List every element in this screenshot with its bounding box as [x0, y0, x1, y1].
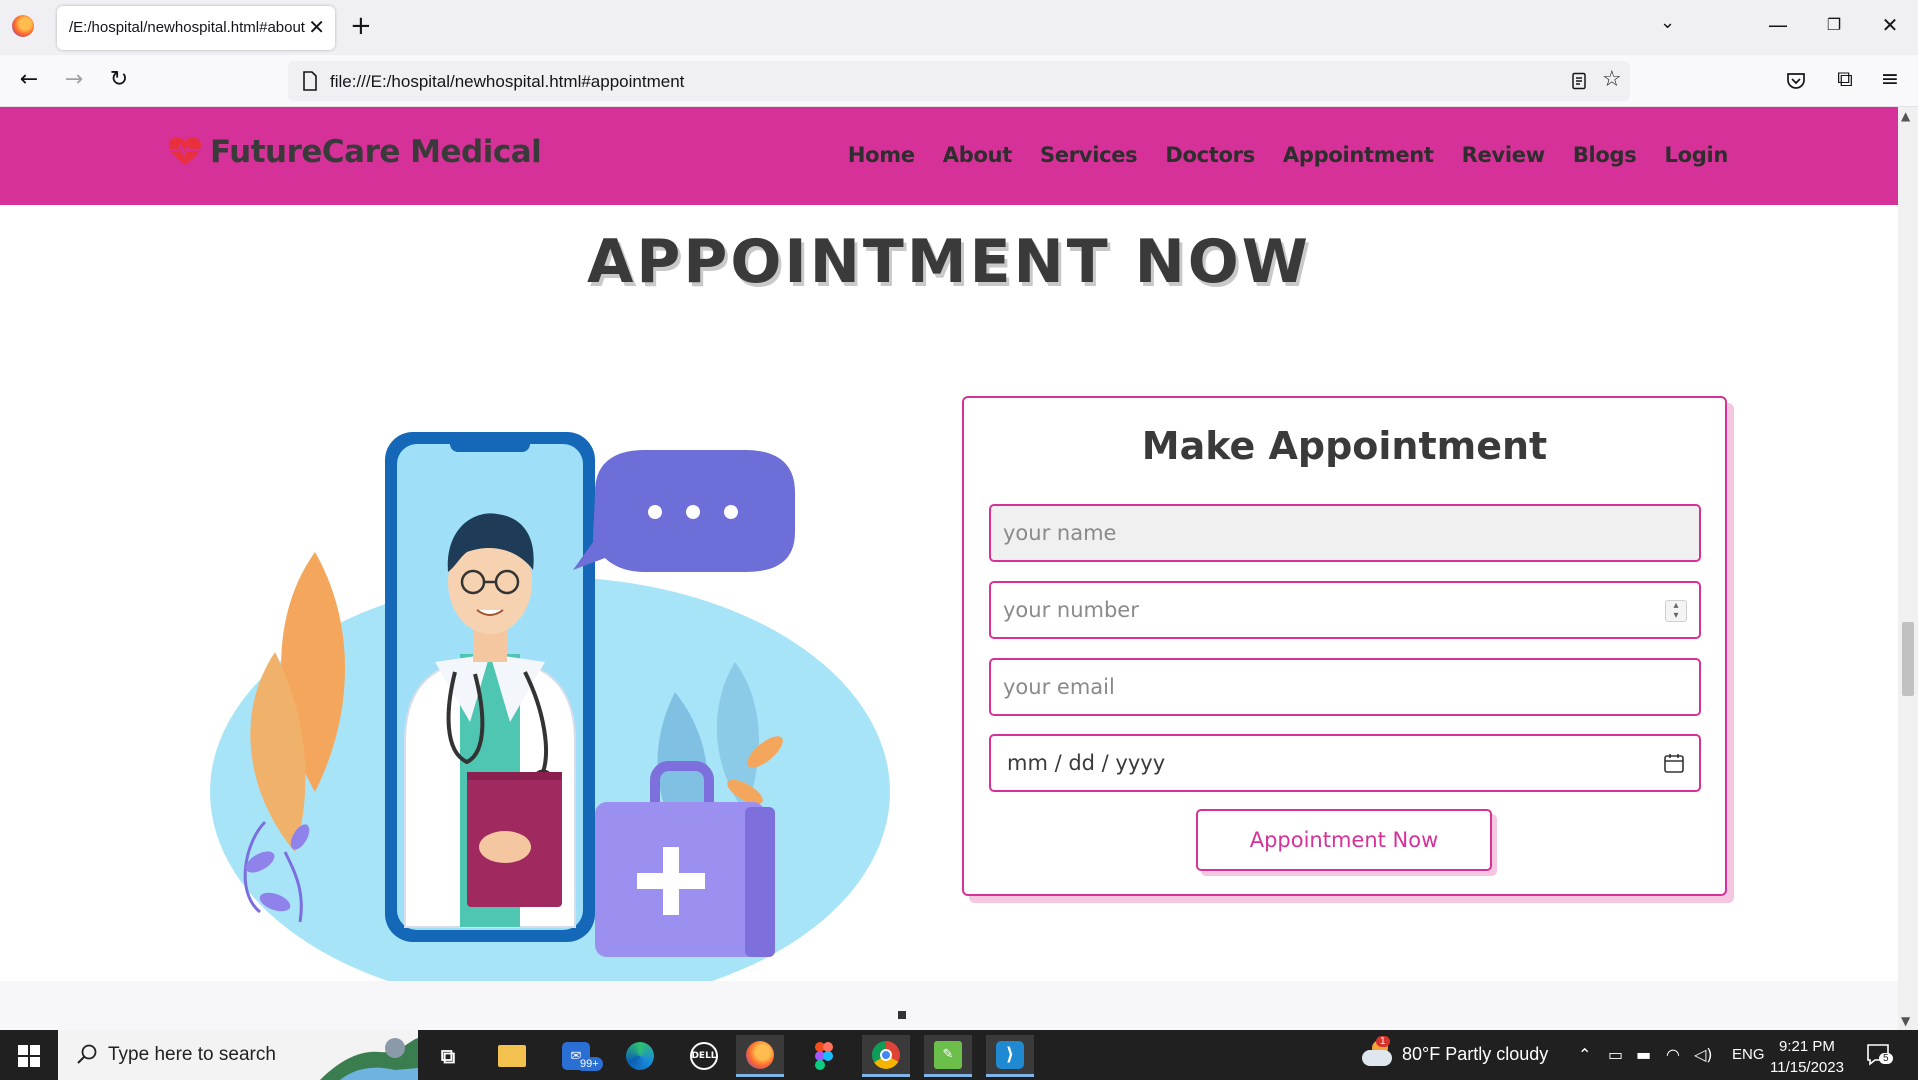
file-explorer-icon[interactable] [488, 1035, 536, 1077]
appointment-form: Make Appointment your name your number ▴… [962, 396, 1727, 896]
task-view-icon[interactable]: ⧉ [424, 1035, 472, 1077]
site-header: FutureCare Medical Home About Services D… [0, 107, 1898, 205]
tab-title: /E:/hospital/newhospital.html#about [69, 19, 305, 36]
mail-badge: 99+ [576, 1057, 603, 1071]
forward-icon[interactable]: → [59, 67, 89, 93]
weather-widget[interactable]: 1 80°F Partly cloudy [1362, 1036, 1549, 1068]
dell-icon[interactable]: DELL [680, 1035, 728, 1077]
firefox-icon [12, 15, 34, 37]
minimize-icon[interactable]: — [1758, 10, 1798, 40]
meet-now-icon[interactable]: ▭ [1608, 1045, 1623, 1064]
windows-taskbar: Type here to search ⧉ ✉ 99+ DELL ✎ ⟩ 1 8… [0, 1030, 1918, 1080]
nav-login[interactable]: Login [1665, 143, 1729, 167]
notifications-icon[interactable]: 5 [1866, 1043, 1893, 1067]
language-indicator[interactable]: ENG [1732, 1046, 1765, 1063]
nav-appointment[interactable]: Appointment [1283, 143, 1434, 167]
nav-doctors[interactable]: Doctors [1165, 143, 1255, 167]
weather-text: 80°F Partly cloudy [1402, 1043, 1549, 1064]
battery-icon[interactable]: ▬ [1636, 1045, 1651, 1064]
vscode-icon[interactable]: ⟩ [986, 1035, 1034, 1077]
next-section [0, 981, 1898, 1030]
page-icon [303, 71, 317, 91]
number-stepper[interactable]: ▴ ▾ [1665, 600, 1687, 622]
close-tab-icon[interactable]: ✕ [308, 15, 325, 39]
section-marker [898, 1011, 906, 1019]
weather-badge: 1 [1376, 1036, 1390, 1047]
url-bar[interactable]: file:///E:/hospital/newhospital.html#app… [288, 61, 1630, 101]
figma-icon[interactable] [800, 1035, 848, 1077]
nav-about[interactable]: About [943, 143, 1013, 167]
scroll-down-icon[interactable]: ▼ [1901, 1014, 1910, 1028]
appointment-submit-button[interactable]: Appointment Now [1196, 809, 1492, 871]
notifications-count: 5 [1879, 1053, 1893, 1064]
nav-blogs[interactable]: Blogs [1573, 143, 1637, 167]
menu-icon[interactable]: ≡ [1875, 67, 1905, 93]
windows-start-icon[interactable] [18, 1045, 40, 1067]
page-viewport: FutureCare Medical Home About Services D… [0, 107, 1898, 1030]
browser-toolbar: ← → ↻ file:///E:/hospital/newhospital.ht… [0, 55, 1918, 107]
wifi-icon[interactable]: ◠ [1666, 1045, 1680, 1064]
email-field[interactable]: your email [989, 658, 1701, 716]
pocket-icon[interactable] [1785, 70, 1807, 92]
search-placeholder: Type here to search [108, 1044, 276, 1065]
mail-icon[interactable]: ✉ 99+ [552, 1035, 603, 1077]
back-icon[interactable]: ← [14, 67, 44, 93]
search-highlight-art [320, 1038, 418, 1080]
browser-tab[interactable]: /E:/hospital/newhospital.html#about ✕ [57, 6, 335, 50]
firefox-taskbar-icon[interactable] [736, 1035, 784, 1077]
doctor-illustration [210, 432, 890, 1007]
number-field[interactable]: your number ▴ ▾ [989, 581, 1701, 639]
search-icon [77, 1044, 97, 1064]
scroll-up-icon[interactable]: ▲ [1901, 109, 1910, 123]
site-logo[interactable]: FutureCare Medical [168, 134, 542, 170]
brand-name: FutureCare Medical [210, 134, 542, 170]
number-placeholder: your number [1003, 598, 1139, 622]
browser-tab-bar: /E:/hospital/newhospital.html#about ✕ + … [0, 0, 1918, 55]
name-placeholder: your name [1003, 521, 1117, 545]
reload-icon[interactable]: ↻ [104, 67, 134, 93]
taskbar-clock[interactable]: 9:21 PM 11/15/2023 [1770, 1036, 1844, 1078]
url-text: file:///E:/hospital/newhospital.html#app… [330, 72, 685, 91]
clock-time: 9:21 PM [1779, 1038, 1835, 1055]
main-nav: Home About Services Doctors Appointment … [848, 143, 1728, 167]
section-heading: APPOINTMENT NOW [587, 227, 1311, 297]
notepad-icon[interactable]: ✎ [924, 1035, 972, 1077]
date-field[interactable]: mm / dd / yyyy [989, 734, 1701, 792]
volume-icon[interactable]: ◁) [1694, 1045, 1713, 1064]
clock-date: 11/15/2023 [1770, 1059, 1844, 1076]
calendar-icon[interactable] [1663, 752, 1685, 774]
date-value: mm / dd / yyyy [1007, 751, 1166, 775]
email-placeholder: your email [1003, 675, 1115, 699]
new-tab-button[interactable]: + [350, 12, 372, 40]
bookmark-star-icon[interactable]: ☆ [1602, 67, 1622, 92]
nav-services[interactable]: Services [1040, 143, 1138, 167]
reader-view-icon[interactable] [1570, 72, 1588, 90]
close-window-icon[interactable]: ✕ [1870, 10, 1910, 40]
nav-review[interactable]: Review [1462, 143, 1545, 167]
chrome-icon[interactable] [862, 1035, 910, 1077]
heartbeat-icon [169, 137, 201, 165]
extensions-icon[interactable]: ⧉ [1830, 67, 1860, 93]
page-scrollbar[interactable]: ▲ ▼ [1898, 107, 1918, 1030]
show-hidden-icons-icon[interactable]: ⌃ [1578, 1045, 1591, 1064]
scroll-thumb[interactable] [1902, 622, 1914, 696]
taskbar-search[interactable]: Type here to search [58, 1030, 418, 1080]
edge-icon[interactable] [616, 1035, 664, 1077]
form-title: Make Appointment [1141, 424, 1548, 468]
list-tabs-icon[interactable]: ⌄ [1660, 12, 1675, 33]
restore-icon[interactable]: ❐ [1814, 10, 1854, 40]
name-field[interactable]: your name [989, 504, 1701, 562]
partly-cloudy-icon: 1 [1362, 1036, 1394, 1068]
nav-home[interactable]: Home [848, 143, 915, 167]
